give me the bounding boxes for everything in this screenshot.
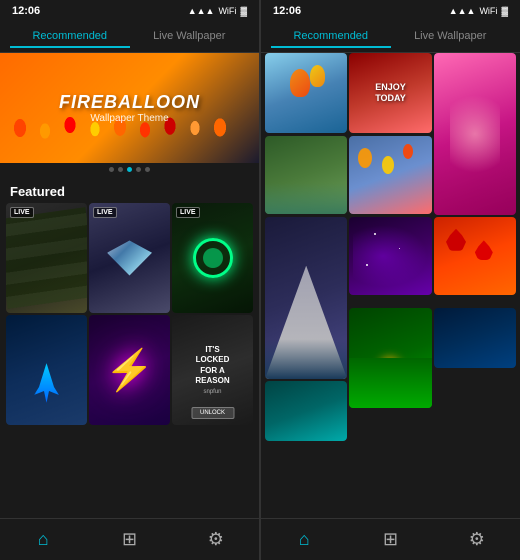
dot-3 [127, 167, 132, 172]
tab-recommended-left[interactable]: Recommended [10, 26, 130, 48]
featured-item-green-circle[interactable]: LIVE [172, 203, 253, 313]
locked-text-block: IT'S LOCKED FOR A REASON snpfun [192, 345, 233, 395]
star-3 [366, 264, 368, 266]
featured-item-lightning[interactable]: ⚡ [89, 315, 170, 425]
tab-recommended-right[interactable]: Recommended [271, 26, 391, 48]
live-badge-2: LIVE [93, 207, 117, 218]
dot-2 [118, 167, 123, 172]
sky-balloon-2 [382, 156, 394, 174]
galaxy-glow [353, 225, 427, 287]
left-status-bar: 12:06 ▲▲▲ WiFi ▓ [0, 0, 259, 22]
live-badge-1: LIVE [10, 207, 34, 218]
dot-4 [136, 167, 141, 172]
left-panel: 12:06 ▲▲▲ WiFi ▓ Recommended Live Wallpa… [0, 0, 260, 560]
featured-item-blue-flame[interactable] [6, 315, 87, 425]
mountain-water [265, 339, 347, 380]
lightning-shape: ⚡ [105, 347, 155, 394]
right-tab-bar: Recommended Live Wallpaper [261, 22, 520, 53]
wallpaper-item-dark-blue[interactable] [434, 308, 516, 368]
wallpaper-grid: ENJOY TODAY [261, 53, 520, 445]
right-wifi-icon: WiFi [479, 6, 497, 16]
field-grass [349, 358, 431, 408]
wallpaper-item-cherry-blossom[interactable] [434, 53, 516, 215]
strawberry-2 [475, 240, 493, 260]
hero-subtitle: Wallpaper Theme [59, 113, 200, 124]
left-content-area: FIREBALLOON Wallpaper Theme Featured LIV… [0, 53, 259, 518]
unlock-button[interactable]: UNLOCK [191, 407, 234, 419]
sky-balloon-3 [403, 144, 413, 159]
carousel-dots [0, 163, 259, 176]
left-nav-settings[interactable]: ⚙ [173, 525, 259, 554]
live-badge-3: LIVE [176, 207, 200, 218]
lake-water [265, 183, 347, 214]
wallpaper-item-mountain[interactable] [265, 217, 347, 379]
left-status-time: 12:06 [12, 5, 40, 17]
enjoy-today-text: ENJOY TODAY [375, 82, 406, 104]
strawberry-1 [446, 229, 466, 251]
hero-text-block: FIREBALLOON Wallpaper Theme [59, 92, 200, 124]
wallpaper-item-balloon-sky[interactable] [265, 53, 347, 133]
right-status-time: 12:06 [273, 5, 301, 17]
wifi-icon: WiFi [218, 6, 236, 16]
diamond-shape [107, 241, 152, 276]
battery-icon: ▓ [240, 6, 247, 16]
right-panel: 12:06 ▲▲▲ WiFi ▓ Recommended Live Wallpa… [260, 0, 520, 560]
cherry-bloom [450, 85, 499, 182]
featured-item-diamond[interactable]: LIVE [89, 203, 170, 313]
locked-sub-text: snpfun [192, 389, 233, 395]
left-nav-home[interactable]: ⌂ [0, 525, 86, 554]
featured-item-money[interactable]: LIVE [6, 203, 87, 313]
wallpaper-item-teal[interactable] [265, 381, 347, 441]
wallpaper-item-strawberries[interactable] [434, 217, 516, 295]
balloon-decor-2 [310, 65, 325, 87]
locked-main-text: IT'S LOCKED FOR A REASON [192, 345, 233, 387]
wallpaper-item-lake[interactable] [265, 136, 347, 214]
featured-item-locked[interactable]: IT'S LOCKED FOR A REASON snpfun UNLOCK [172, 315, 253, 425]
right-nav-home[interactable]: ⌂ [261, 525, 347, 554]
right-content-area: ENJOY TODAY [261, 53, 520, 518]
dot-1 [109, 167, 114, 172]
green-circle-shape [193, 238, 233, 278]
featured-title: Featured [0, 176, 259, 203]
dot-5 [145, 167, 150, 172]
featured-grid: LIVE LIVE LIVE ⚡ IT' [0, 203, 259, 431]
right-battery-icon: ▓ [501, 6, 508, 16]
right-bottom-nav: ⌂ ⊞ ⚙ [261, 518, 520, 560]
hero-title: FIREBALLOON [59, 92, 200, 113]
wallpaper-item-balloons-pink-sky[interactable] [349, 136, 431, 214]
wallpaper-item-galaxy[interactable] [349, 217, 431, 295]
left-status-icons: ▲▲▲ WiFi ▓ [188, 6, 247, 16]
right-nav-settings[interactable]: ⚙ [434, 525, 520, 554]
right-signal-icon: ▲▲▲ [449, 6, 476, 16]
right-status-bar: 12:06 ▲▲▲ WiFi ▓ [261, 0, 520, 22]
signal-icon: ▲▲▲ [188, 6, 215, 16]
wallpaper-item-green-field[interactable] [349, 308, 431, 408]
hero-inner: FIREBALLOON Wallpaper Theme [0, 53, 259, 163]
money-pattern [6, 207, 87, 309]
left-nav-apps[interactable]: ⊞ [86, 525, 172, 554]
tab-live-wallpaper-right[interactable]: Live Wallpaper [391, 26, 511, 48]
sky-balloon-1 [358, 148, 372, 168]
right-status-icons: ▲▲▲ WiFi ▓ [449, 6, 508, 16]
tab-live-wallpaper-left[interactable]: Live Wallpaper [130, 26, 250, 48]
right-nav-apps[interactable]: ⊞ [347, 525, 433, 554]
star-1 [374, 233, 376, 235]
hero-banner[interactable]: FIREBALLOON Wallpaper Theme [0, 53, 259, 163]
balloon-decor-1 [290, 69, 310, 97]
flame-shape [34, 363, 59, 403]
wallpaper-item-enjoy-today[interactable]: ENJOY TODAY [349, 53, 431, 133]
left-tab-bar: Recommended Live Wallpaper [0, 22, 259, 53]
left-bottom-nav: ⌂ ⊞ ⚙ [0, 518, 259, 560]
